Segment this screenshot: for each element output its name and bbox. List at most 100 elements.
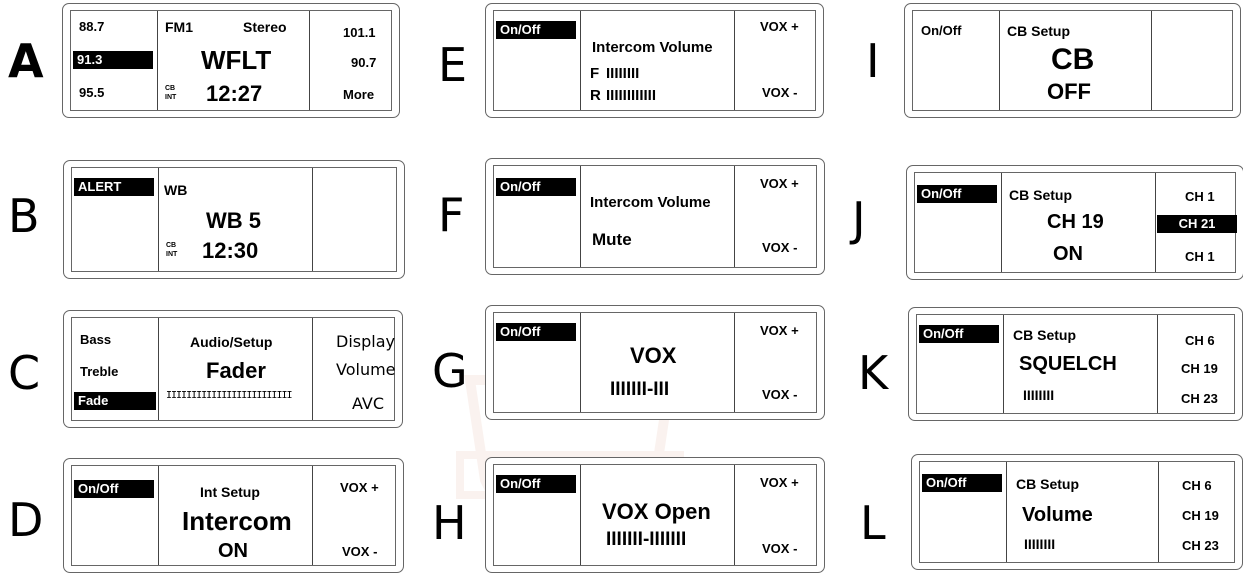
channel-option-19[interactable]: CH 19 (1182, 508, 1219, 523)
channel-option-1-bottom[interactable]: CH 1 (1185, 249, 1215, 264)
audio-setup-title: Audio/Setup (190, 334, 273, 350)
cb-indicator: CB (165, 85, 176, 92)
panel-d-screen: On/Off Int Setup Intercom ON VOX + VOX - (71, 465, 396, 566)
vox-minus-button[interactable]: VOX - (762, 85, 797, 100)
more-button[interactable]: More (343, 87, 374, 102)
channel-option-23[interactable]: CH 23 (1181, 391, 1218, 406)
int-indicator: INT (165, 94, 177, 101)
vox-plus-button[interactable]: VOX + (760, 323, 799, 338)
channel-option-23[interactable]: CH 23 (1182, 538, 1219, 553)
panel-k-screen: On/Off CB Setup SQUELCH IIIIIIII CH 6 CH… (916, 314, 1235, 414)
panel-c-screen: Bass Treble Fade Audio/Setup Fader IIIII… (71, 317, 396, 421)
preset-90-7[interactable]: 90.7 (351, 55, 376, 70)
cb-setup-title: CB Setup (1007, 23, 1070, 39)
band-label: FM1 (165, 19, 193, 35)
display-option[interactable]: Display (336, 332, 395, 351)
cb-setup-title: CB Setup (1013, 327, 1076, 343)
vox-minus-button[interactable]: VOX - (762, 387, 797, 402)
fader-value: Fader (206, 358, 266, 383)
intercom-volume-title: Intercom Volume (592, 39, 713, 56)
cb-state: OFF (1047, 79, 1091, 104)
alert-button[interactable]: ALERT (74, 178, 154, 196)
channel-option-21-selected[interactable]: CH 21 (1157, 215, 1237, 233)
panel-c-letter: C (8, 346, 41, 400)
vox-plus-button[interactable]: VOX + (760, 176, 799, 191)
panel-l: On/Off CB Setup Volume IIIIIIII CH 6 CH … (911, 454, 1243, 570)
panel-l-screen: On/Off CB Setup Volume IIIIIIII CH 6 CH … (919, 461, 1235, 563)
intercom-state: ON (218, 540, 248, 562)
weather-band-label: WB (164, 182, 188, 198)
preset-101-1[interactable]: 101.1 (343, 25, 376, 40)
on-off-button[interactable]: On/Off (496, 323, 576, 341)
stereo-label: Stereo (243, 19, 287, 35)
fader-level-bar: IIIIIIIIIIIIIIIIIIIIIIIII (166, 390, 293, 401)
volume-option[interactable]: Volume (336, 360, 396, 379)
cb-setup-title: CB Setup (1009, 187, 1072, 203)
on-off-button[interactable]: On/Off (919, 325, 999, 343)
vox-plus-button[interactable]: VOX + (340, 480, 379, 495)
on-off-button[interactable]: On/Off (921, 23, 961, 38)
on-off-button[interactable]: On/Off (922, 474, 1002, 492)
on-off-button[interactable]: On/Off (496, 475, 576, 493)
channel-option-6[interactable]: CH 6 (1182, 478, 1212, 493)
on-off-button[interactable]: On/Off (496, 178, 576, 196)
panel-i-screen: On/Off CB Setup CB OFF (912, 10, 1233, 111)
panel-l-letter: L (860, 496, 886, 550)
panel-a: 88.7 91.3 95.5 FM1 Stereo WFLT CB INT 12… (62, 3, 400, 118)
clock-time: 12:27 (206, 81, 263, 106)
vox-open-title: VOX Open (602, 499, 711, 524)
panel-d: On/Off Int Setup Intercom ON VOX + VOX - (63, 458, 404, 573)
panel-j: On/Off CB Setup CH 19 ON CH 1 CH 21 CH 1 (906, 165, 1243, 280)
station-name: WFLT (201, 45, 272, 75)
volume-value: Volume (1022, 504, 1093, 526)
panel-g: On/Off VOX IIIIIII-III VOX + VOX - (485, 305, 825, 420)
fade-option-selected[interactable]: Fade (74, 392, 156, 410)
vox-minus-button[interactable]: VOX - (762, 541, 797, 556)
panel-b-letter: B (8, 189, 40, 243)
on-off-button[interactable]: On/Off (496, 21, 576, 39)
panel-g-screen: On/Off VOX IIIIIII-III VOX + VOX - (493, 312, 817, 413)
on-off-button[interactable]: On/Off (74, 480, 154, 498)
panel-h-letter: H (432, 496, 467, 550)
squelch-level-bars: IIIIIIII (1023, 387, 1055, 403)
panel-i: On/Off CB Setup CB OFF (904, 3, 1241, 118)
front-label: F (590, 65, 600, 82)
panel-c: Bass Treble Fade Audio/Setup Fader IIIII… (63, 310, 403, 428)
panel-i-letter: I (866, 34, 880, 88)
squelch-value: SQUELCH (1019, 353, 1117, 375)
weather-station: WB 5 (206, 208, 261, 233)
channel-option-1[interactable]: CH 1 (1185, 189, 1215, 204)
intercom-value: Intercom (182, 506, 292, 536)
panel-b-screen: ALERT WB WB 5 CB INT 12:30 (71, 167, 397, 272)
panel-k: On/Off CB Setup SQUELCH IIIIIIII CH 6 CH… (908, 307, 1243, 421)
channel-option-6[interactable]: CH 6 (1185, 333, 1215, 348)
rear-volume-bars: IIIIIIIIIIII (606, 87, 657, 104)
preset-95-5[interactable]: 95.5 (79, 85, 104, 100)
on-off-button[interactable]: On/Off (917, 185, 997, 203)
panel-k-letter: K (858, 346, 889, 400)
avc-option[interactable]: AVC (352, 394, 384, 413)
bass-option[interactable]: Bass (80, 332, 111, 347)
clock-time: 12:30 (202, 238, 259, 263)
cb-value: CB (1051, 43, 1095, 76)
vox-minus-button[interactable]: VOX - (342, 544, 377, 559)
panel-h: On/Off VOX Open IIIIIII-IIIIIII VOX + VO… (485, 457, 825, 573)
vox-level-bars: IIIIIII-III (610, 379, 670, 400)
rear-label: R (590, 87, 601, 104)
panel-e: On/Off Intercom Volume F IIIIIIII R IIII… (485, 3, 824, 118)
preset-91-3-selected[interactable]: 91.3 (73, 51, 153, 69)
vox-plus-button[interactable]: VOX + (760, 19, 799, 34)
panel-f: On/Off Intercom Volume Mute VOX + VOX - (485, 158, 825, 275)
channel-value: CH 19 (1047, 211, 1104, 233)
panel-f-letter: F (438, 188, 465, 242)
panel-f-screen: On/Off Intercom Volume Mute VOX + VOX - (493, 165, 817, 268)
vox-plus-button[interactable]: VOX + (760, 475, 799, 490)
intercom-volume-title: Intercom Volume (590, 194, 711, 211)
int-indicator: INT (166, 251, 178, 258)
treble-option[interactable]: Treble (80, 364, 118, 379)
vox-minus-button[interactable]: VOX - (762, 240, 797, 255)
panel-h-screen: On/Off VOX Open IIIIIII-IIIIIII VOX + VO… (493, 464, 817, 566)
channel-option-19[interactable]: CH 19 (1181, 361, 1218, 376)
preset-88-7[interactable]: 88.7 (79, 19, 104, 34)
panel-e-screen: On/Off Intercom Volume F IIIIIIII R IIII… (493, 10, 816, 111)
